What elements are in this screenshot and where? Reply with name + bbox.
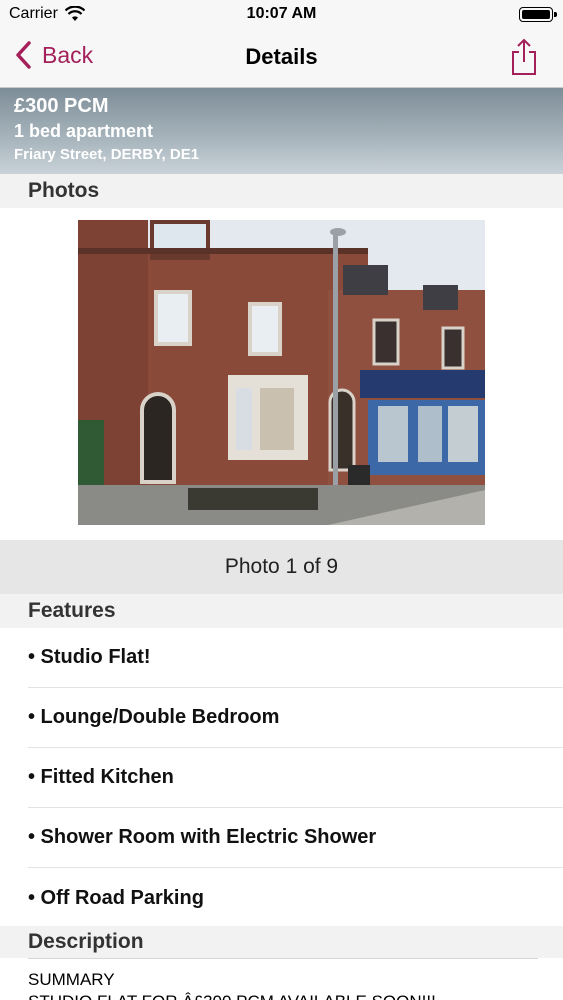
section-header-photos: Photos (0, 174, 563, 208)
description-line-1: SUMMARY (28, 970, 115, 989)
property-summary: £300 PCM 1 bed apartment Friary Street, … (0, 88, 563, 174)
feature-item: • Studio Flat! (28, 628, 563, 688)
description-text: SUMMARY STUDIO FLAT FOR Â£300 PCM AVAILA… (28, 958, 538, 1000)
property-photo[interactable] (78, 220, 485, 525)
property-type: 1 bed apartment (14, 121, 154, 141)
page-title: Details (245, 44, 318, 69)
feature-item: • Lounge/Double Bedroom (28, 688, 563, 748)
status-bar: Carrier 10:07 AM (0, 0, 563, 30)
photo-counter: Photo 1 of 9 (0, 540, 563, 594)
share-icon[interactable] (509, 38, 539, 76)
section-header-features: Features (0, 594, 563, 628)
battery-icon (519, 7, 557, 22)
navigation-bar: Back Details (0, 30, 563, 88)
property-price: £300 PCM (14, 95, 109, 117)
feature-item: • Off Road Parking (28, 886, 204, 909)
feature-item: • Shower Room with Electric Shower (28, 808, 563, 868)
feature-list: • Studio Flat! • Lounge/Double Bedroom •… (0, 628, 563, 928)
description-line-2: STUDIO FLAT FOR Â£300 PCM AVAILABLE SOON… (28, 991, 538, 1000)
feature-item: • Fitted Kitchen (28, 748, 563, 808)
photo-carousel[interactable] (0, 208, 563, 540)
status-time: 10:07 AM (246, 5, 317, 22)
section-header-description: Description (0, 926, 563, 958)
property-address: Friary Street, DERBY, DE1 (14, 146, 200, 163)
